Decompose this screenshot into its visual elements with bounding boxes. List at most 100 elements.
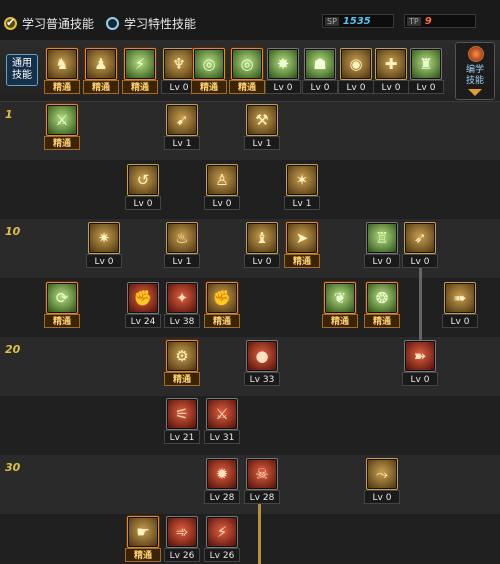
skill-level-label: Lv 0 bbox=[302, 80, 338, 94]
tree-skill-button[interactable]: ♝ bbox=[246, 222, 278, 254]
rider-icon: ♞ bbox=[48, 50, 76, 78]
bar-skill-button[interactable]: ✸ bbox=[267, 48, 299, 80]
tree-skill-button[interactable]: ⟳ bbox=[46, 282, 78, 314]
eye-icon: ◉ bbox=[342, 50, 370, 78]
bookmark-skills-button[interactable]: 编学 技能 bbox=[455, 42, 495, 100]
mastered-badge: 精通 bbox=[204, 314, 240, 328]
tree-skill-button[interactable]: ♨ bbox=[166, 222, 198, 254]
tree-skill-button[interactable]: ✊ bbox=[206, 282, 238, 314]
kick-icon: ⚡ bbox=[126, 50, 154, 78]
tree-skill-button[interactable]: ⚡ bbox=[206, 516, 238, 548]
skill-level-label: Lv 0 bbox=[204, 196, 240, 210]
general-skills-label: 通用 技能 bbox=[12, 58, 32, 81]
bar-skill-button[interactable]: ◉ bbox=[340, 48, 372, 80]
skill-level-label: Lv 0 bbox=[402, 372, 438, 386]
tree-skill-button[interactable]: ⚔ bbox=[46, 104, 78, 136]
skill-row bbox=[0, 160, 500, 219]
axe-icon: ⚒ bbox=[248, 106, 276, 134]
armor-icon: ♖ bbox=[368, 224, 396, 252]
figure-icon: ☗ bbox=[306, 50, 334, 78]
target-icon: ◎ bbox=[195, 50, 223, 78]
tree-skill-button[interactable]: ➤ bbox=[286, 222, 318, 254]
flame-icon: ♨ bbox=[168, 224, 196, 252]
tp-counter: TP 9 bbox=[404, 14, 476, 28]
charge-icon: ➽ bbox=[406, 342, 434, 370]
tree-skill-button[interactable]: ⚒ bbox=[246, 104, 278, 136]
skill-header: 学习普通技能 学习特性技能 SP 1535 TP 9 bbox=[0, 0, 500, 40]
learn-normal-label: 学习普通技能 bbox=[22, 16, 95, 31]
mastered-badge: 精通 bbox=[191, 80, 227, 94]
sp-counter: SP 1535 bbox=[322, 14, 394, 28]
tree-skill-button[interactable]: ➽ bbox=[404, 340, 436, 372]
sprint-icon: ➤ bbox=[288, 224, 316, 252]
tree-skill-button[interactable]: ➶ bbox=[404, 222, 436, 254]
skill-level-label: Lv 21 bbox=[164, 430, 200, 444]
throw-icon: ➶ bbox=[406, 224, 434, 252]
skill-level-label: Lv 1 bbox=[244, 136, 280, 150]
skill-level-label: Lv 28 bbox=[204, 490, 240, 504]
bar-skill-button[interactable]: ✚ bbox=[375, 48, 407, 80]
tree-skill-button[interactable]: ⚟ bbox=[166, 398, 198, 430]
rend-icon: ⚡ bbox=[208, 518, 236, 546]
skill-level-label: Lv 31 bbox=[204, 430, 240, 444]
level-marker: 20 bbox=[5, 343, 21, 356]
bar-skill-button[interactable]: ◎ bbox=[231, 48, 263, 80]
shatter-icon: ✷ bbox=[90, 224, 118, 252]
tree-skill-button[interactable]: ✊ bbox=[127, 282, 159, 314]
crouch-icon: ♝ bbox=[248, 224, 276, 252]
skill-level-label: Lv 33 bbox=[244, 372, 280, 386]
stance-icon: ♙ bbox=[208, 166, 236, 194]
tree-skill-button[interactable]: ✶ bbox=[286, 164, 318, 196]
learn-special-label: 学习特性技能 bbox=[124, 16, 197, 31]
skill-level-label: Lv 0 bbox=[364, 490, 400, 504]
tree-skill-button[interactable]: ➹ bbox=[166, 104, 198, 136]
general-skills-tab[interactable]: 通用 技能 bbox=[6, 54, 38, 86]
wings-icon: ♆ bbox=[165, 50, 193, 78]
bar-skill-button[interactable]: ☗ bbox=[304, 48, 336, 80]
skill-window: 学习普通技能 学习特性技能 SP 1535 TP 9 通用 技能 编学 技能 1… bbox=[0, 0, 500, 564]
flex-icon: ✚ bbox=[377, 50, 405, 78]
skill-level-label: Lv 0 bbox=[402, 254, 438, 268]
bar-skill-button[interactable]: ♜ bbox=[410, 48, 442, 80]
bar-skill-button[interactable]: ⚡ bbox=[124, 48, 156, 80]
drop-icon: ❂ bbox=[368, 284, 396, 312]
tree-skill-button[interactable]: ☛ bbox=[127, 516, 159, 548]
tree-skill-button[interactable]: ♙ bbox=[206, 164, 238, 196]
fist-icon: ✊ bbox=[208, 284, 236, 312]
tree-skill-button[interactable]: ♖ bbox=[366, 222, 398, 254]
tree-skill-button[interactable]: ⤳ bbox=[366, 458, 398, 490]
level-marker: 30 bbox=[5, 461, 21, 474]
tp-tag: TP bbox=[407, 16, 421, 26]
tree-skill-button[interactable]: ➾ bbox=[166, 516, 198, 548]
skill-level-label: Lv 1 bbox=[164, 254, 200, 268]
learn-normal-radio[interactable]: 学习普通技能 bbox=[4, 14, 94, 32]
tree-skill-button[interactable]: ✷ bbox=[88, 222, 120, 254]
skill-level-label: Lv 0 bbox=[265, 80, 301, 94]
tree-skill-button[interactable]: ➠ bbox=[444, 282, 476, 314]
tree-skill-button[interactable]: ☠ bbox=[246, 458, 278, 490]
tree-skill-button[interactable]: ❂ bbox=[366, 282, 398, 314]
skill-level-label: Lv 28 bbox=[244, 490, 280, 504]
level-marker: 10 bbox=[5, 225, 21, 238]
tree-skill-button[interactable]: ✦ bbox=[166, 282, 198, 314]
blade-icon: ⚔ bbox=[208, 400, 236, 428]
bar-skill-button[interactable]: ♟ bbox=[85, 48, 117, 80]
bookmark-icon bbox=[468, 46, 484, 62]
tree-skill-button[interactable]: ❦ bbox=[324, 282, 356, 314]
skill-level-label: Lv 0 bbox=[373, 80, 409, 94]
learn-special-radio[interactable]: 学习特性技能 bbox=[106, 14, 196, 32]
tree-skill-button[interactable]: ↺ bbox=[127, 164, 159, 196]
tree-skill-button[interactable]: ✹ bbox=[206, 458, 238, 490]
mastered-badge: 精通 bbox=[125, 548, 161, 562]
bomb-icon: ● bbox=[248, 342, 276, 370]
tree-skill-button[interactable]: ● bbox=[246, 340, 278, 372]
bar-skill-button[interactable]: ♆ bbox=[163, 48, 195, 80]
green-figure-icon: ♜ bbox=[412, 50, 440, 78]
berserk-icon: ☠ bbox=[248, 460, 276, 488]
tree-skill-button[interactable]: ⚙ bbox=[166, 340, 198, 372]
prerequisite-line bbox=[419, 262, 422, 340]
bar-skill-button[interactable]: ♞ bbox=[46, 48, 78, 80]
tree-skill-button[interactable]: ⚔ bbox=[206, 398, 238, 430]
strike-icon: ➹ bbox=[168, 106, 196, 134]
bar-skill-button[interactable]: ◎ bbox=[193, 48, 225, 80]
